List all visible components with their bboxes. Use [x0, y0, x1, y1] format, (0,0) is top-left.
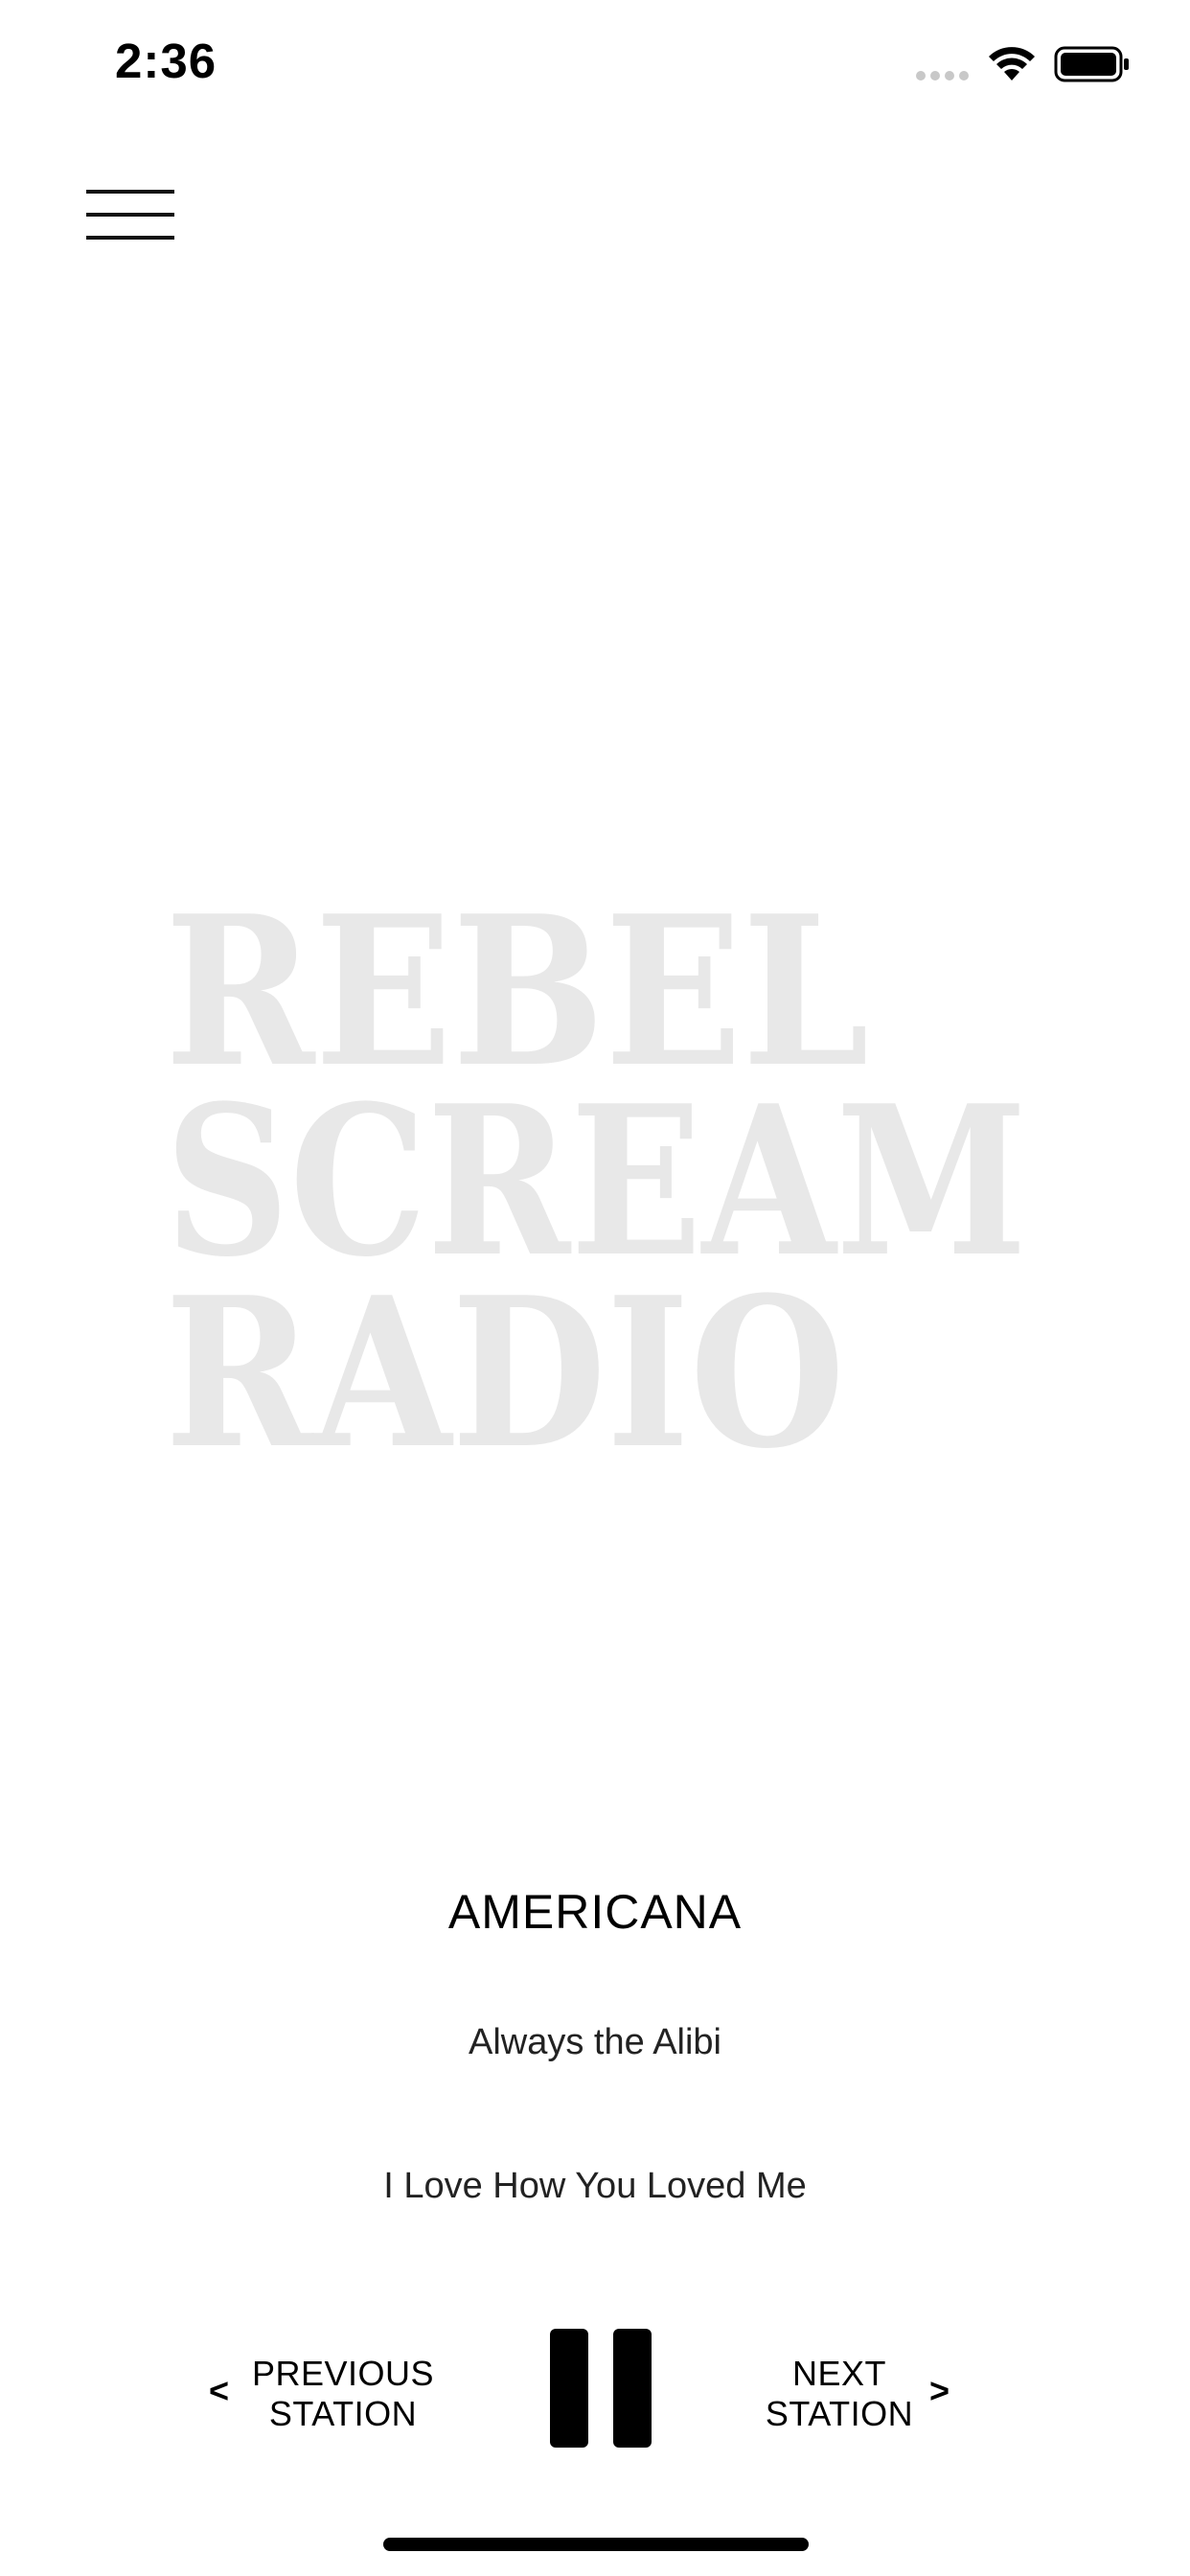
pause-icon-bar-left: [550, 2329, 588, 2448]
menu-line-top: [86, 190, 174, 194]
menu-line-middle: [86, 213, 174, 217]
wifi-icon: [989, 47, 1035, 80]
previous-label-line1: PREVIOUS: [251, 2354, 435, 2393]
previous-label-line2: STATION: [268, 2394, 418, 2433]
signal-dots-icon: [916, 71, 969, 80]
status-bar: 2:36: [0, 0, 1190, 134]
station-logo: REBEL SCREAM RADIO: [165, 880, 1027, 1455]
next-label-line2: STATION: [765, 2394, 914, 2433]
next-station-label: NEXT STATION: [763, 2354, 916, 2434]
menu-line-bottom: [86, 236, 174, 240]
previous-station-label: PREVIOUS STATION: [247, 2354, 439, 2434]
song-title: I Love How You Loved Me: [383, 2166, 807, 2206]
chevron-left-icon: <: [209, 2371, 230, 2410]
status-time: 2:36: [115, 34, 217, 88]
home-indicator[interactable]: [383, 2538, 809, 2551]
playback-controls: < PREVIOUS STATION NEXT STATION >: [0, 2319, 1190, 2463]
pause-button[interactable]: [542, 2329, 652, 2448]
next-station-button[interactable]: NEXT STATION >: [763, 2354, 983, 2440]
pause-icon-bar-right: [613, 2329, 652, 2448]
chevron-right-icon: >: [929, 2371, 950, 2410]
artist-name: Always the Alibi: [468, 2022, 721, 2062]
hamburger-menu-icon[interactable]: [86, 184, 174, 243]
previous-station-button[interactable]: < PREVIOUS STATION: [209, 2354, 439, 2440]
battery-icon: [1054, 46, 1129, 82]
logo-line-radio: RADIO: [165, 1252, 845, 1455]
next-label-line1: NEXT: [791, 2354, 886, 2393]
station-name: AMERICANA: [447, 1885, 743, 1939]
